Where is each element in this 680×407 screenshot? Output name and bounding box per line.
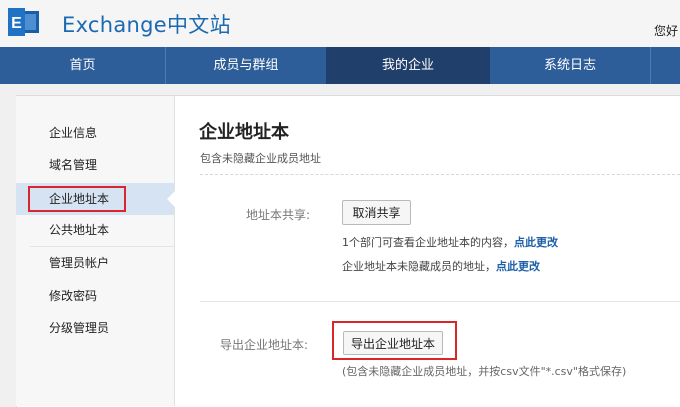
page-title: 企业地址本 <box>199 122 289 143</box>
share-note-hidden-members: 企业地址本未隐藏成员的地址，点此更改 <box>342 258 540 274</box>
section-divider <box>200 174 680 175</box>
sidebar-item-enterprise-info[interactable]: 企业信息 <box>16 117 174 149</box>
greeting-text: 您好 <box>653 24 678 38</box>
nav-item-home[interactable]: 首页 <box>0 47 165 84</box>
sidebar-item-change-password[interactable]: 修改密码 <box>16 280 174 312</box>
page-subtitle: 包含未隐藏企业成员地址 <box>200 152 321 165</box>
sidebar-highlight-box <box>28 186 126 212</box>
share-note-departments: 1个部门可查看企业地址本的内容，点此更改 <box>342 234 558 250</box>
change-departments-link[interactable]: 点此更改 <box>514 236 558 249</box>
sidebar-item-sub-admin[interactable]: 分级管理员 <box>16 312 174 344</box>
sidebar-item-admin-account[interactable]: 管理员帐户 <box>16 247 174 279</box>
site-title: Exchange中文站 <box>62 13 231 37</box>
sidebar: 企业信息 域名管理 企业地址本 公共地址本 管理员帐户 修改密码 分级管理员 <box>16 96 175 406</box>
export-highlight-box <box>332 321 457 360</box>
sidebar-item-public-address-book[interactable]: 公共地址本 <box>16 214 174 246</box>
nav-item-members-groups[interactable]: 成员与群组 <box>166 47 326 84</box>
sidebar-item-label: 管理员帐户 <box>49 256 110 270</box>
cancel-share-button[interactable]: 取消共享 <box>342 200 411 225</box>
nav-item-system-log[interactable]: 系统日志 <box>490 47 650 84</box>
sidebar-item-label: 公共地址本 <box>49 223 110 237</box>
sidebar-item-label: 修改密码 <box>49 289 98 303</box>
sidebar-item-label: 分级管理员 <box>49 321 110 335</box>
svg-text:E: E <box>11 15 22 32</box>
section-divider <box>200 301 680 302</box>
export-note: (包含未隐藏企业成员地址，并按csv文件"*.csv"格式保存) <box>342 365 627 378</box>
sidebar-item-label: 域名管理 <box>49 158 98 172</box>
share-label: 地址本共享: <box>246 208 311 222</box>
exchange-logo-icon: E <box>8 8 40 36</box>
sidebar-item-domain-management[interactable]: 域名管理 <box>16 149 174 181</box>
change-hidden-members-link[interactable]: 点此更改 <box>496 260 540 273</box>
top-header: E Exchange中文站 您好 <box>0 0 680 47</box>
main-nav: 首页 成员与群组 我的企业 系统日志 <box>0 47 680 84</box>
export-label: 导出企业地址本: <box>220 338 309 352</box>
sidebar-item-label: 企业信息 <box>49 126 98 140</box>
nav-item-my-enterprise[interactable]: 我的企业 <box>326 47 490 84</box>
share-note-text: 企业地址本未隐藏成员的地址， <box>342 260 496 273</box>
share-note-text: 1个部门可查看企业地址本的内容， <box>342 236 514 249</box>
